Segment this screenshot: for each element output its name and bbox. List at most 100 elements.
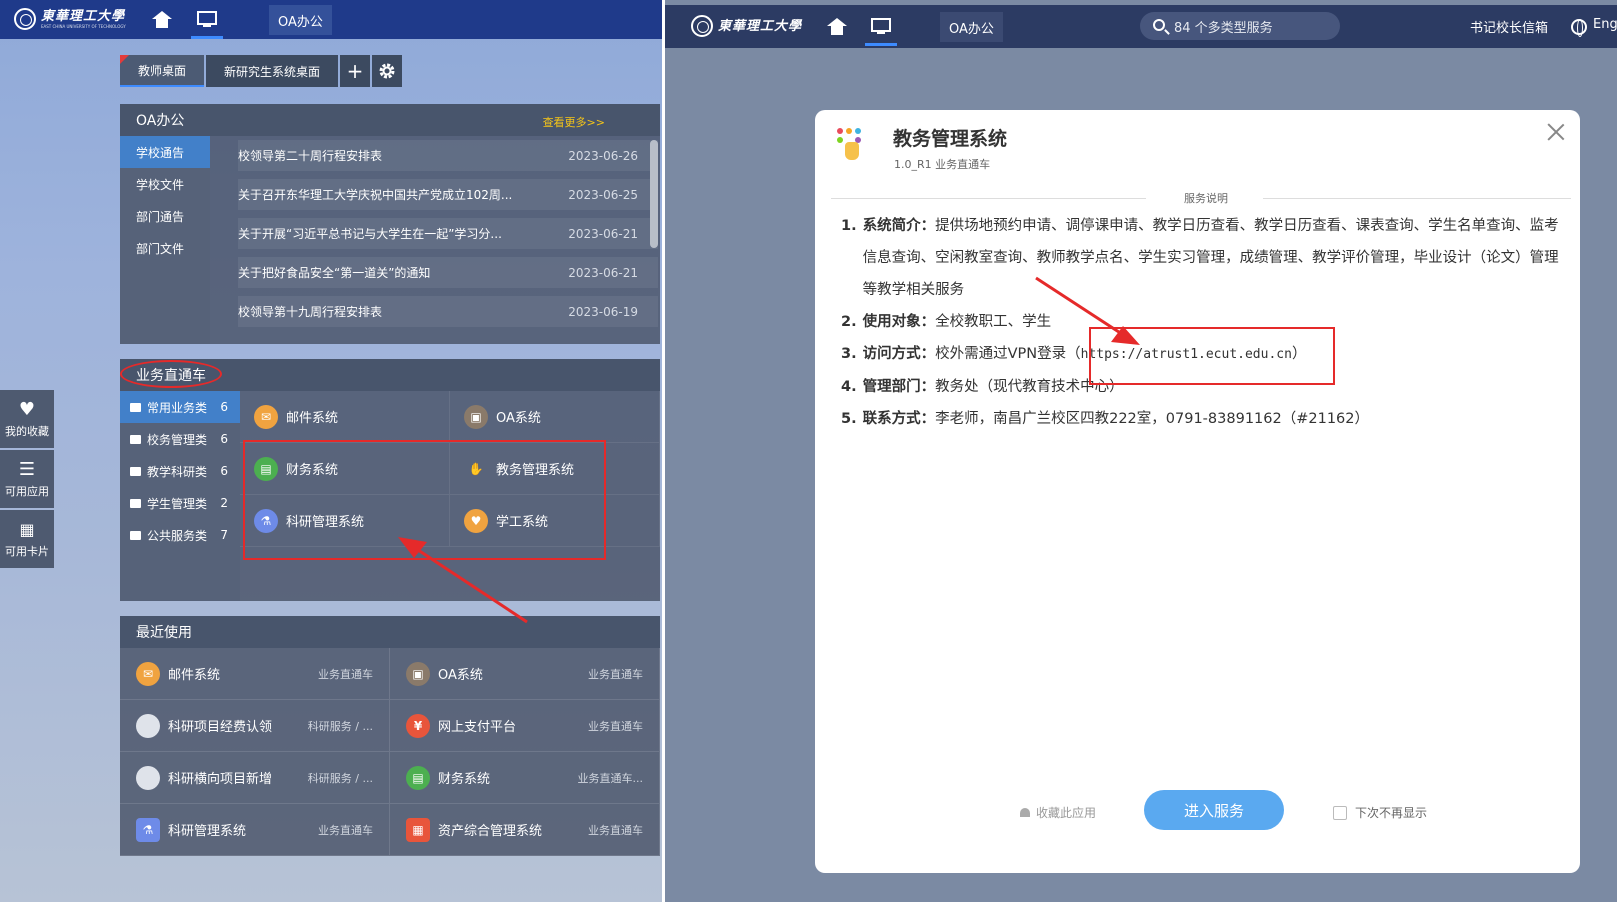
president-mailbox-link[interactable]: 书记校长信箱 bbox=[1470, 17, 1548, 36]
heart-icon: ♥ bbox=[18, 398, 36, 420]
service-description: 1. 系统简介：提供场地预约申请、调停课申请、教学日历查看、教学日历查看、课表查询… bbox=[841, 210, 1561, 435]
oa-office-tab[interactable]: OA办公 bbox=[940, 12, 1003, 42]
svc-cat-teaching[interactable]: 教学科研类 6 bbox=[120, 455, 240, 487]
svc-cat-public[interactable]: 公共服务类 7 bbox=[120, 519, 240, 551]
oa-panel: OA办公 查看更多>> 学校通告 学校文件 部门通告 部门文件 校领导第二十周行… bbox=[120, 104, 660, 344]
academic-system-icon bbox=[837, 128, 867, 162]
dock-label: 我的收藏 bbox=[5, 425, 49, 438]
svc-cat-count: 2 bbox=[220, 496, 228, 510]
close-icon[interactable] bbox=[1546, 122, 1566, 142]
app-tile-oa[interactable]: ▣ OA系统 bbox=[450, 391, 660, 443]
desc-number: 1. bbox=[841, 218, 857, 234]
recent-item[interactable]: ¥ 网上支付平台 业务直通车 bbox=[390, 700, 660, 752]
svc-cat-admin[interactable]: 校务管理类 6 bbox=[120, 423, 240, 455]
recent-grid: ✉ 邮件系统 业务直通车 ▣ OA系统业务直通车 科研项目经费认领 科研服务 / ...… bbox=[120, 648, 660, 856]
home-icon bbox=[152, 11, 172, 28]
news-row[interactable]: 校领导第十九周行程安排表 2023-06-19 bbox=[238, 296, 658, 327]
recent-category: 业务直通车... bbox=[577, 771, 644, 785]
news-row[interactable]: 关于召开东华理工大学庆祝中国共产党成立102周... 2023-06-25 bbox=[238, 179, 658, 210]
logo-text: 東華理工大學 bbox=[41, 9, 126, 24]
desc-number: 5. bbox=[841, 411, 857, 427]
service-description-divider: 服务说明 bbox=[831, 190, 1571, 206]
desktop-button[interactable] bbox=[187, 0, 227, 39]
checkbox[interactable] bbox=[1333, 805, 1347, 820]
university-logo[interactable]: 東華理工大學 bbox=[691, 13, 809, 39]
recent-category: 科研服务 / ... bbox=[307, 719, 373, 733]
oa-office-tab[interactable]: OA办公 bbox=[269, 5, 332, 35]
recent-item[interactable]: ✉ 邮件系统 业务直通车 bbox=[120, 648, 390, 700]
recent-item[interactable]: ▤ 财务系统 业务直通车... bbox=[390, 752, 660, 804]
desc-key: 管理部门： bbox=[862, 379, 936, 395]
tab-graduate-desktop[interactable]: 新研究生系统桌面 bbox=[206, 55, 339, 87]
recent-name: 网上支付平台 bbox=[438, 720, 517, 735]
tab-teacher-desktop[interactable]: 教师桌面 bbox=[120, 55, 205, 87]
app-tile-mail[interactable]: ✉ 邮件系统 bbox=[240, 391, 450, 443]
folder-icon bbox=[130, 498, 141, 508]
settings-button[interactable] bbox=[372, 55, 403, 87]
svc-cat-label: 常用业务类 bbox=[147, 400, 208, 415]
modal-title: 教务管理系统 bbox=[893, 128, 1008, 150]
oa-category-list: 学校通告 学校文件 部门通告 部门文件 bbox=[120, 136, 210, 344]
dont-show-label: 下次不再显示 bbox=[1355, 806, 1428, 820]
mail-icon: ✉ bbox=[136, 661, 160, 686]
list-icon: ☰ bbox=[18, 458, 36, 480]
monitor-icon bbox=[871, 18, 891, 35]
university-logo[interactable]: 東華理工大學 EAST CHINA UNIVERSITY OF TECHNOLO… bbox=[14, 6, 132, 32]
recent-item[interactable]: 科研横向项目新增 科研服务 / ... bbox=[120, 752, 390, 804]
enter-service-button[interactable]: 进入服务 bbox=[1144, 790, 1284, 830]
svc-cat-common[interactable]: 常用业务类 6 bbox=[120, 391, 240, 423]
recent-category: 业务直通车 bbox=[588, 823, 643, 837]
modal-footer: 收藏此应用 进入服务 下次不再显示 bbox=[815, 790, 1580, 830]
desktop-button[interactable] bbox=[861, 7, 901, 46]
recent-item[interactable]: ⚗ 科研管理系统 业务直通车 bbox=[120, 804, 390, 856]
news-row[interactable]: 关于把好食品安全“第一道关”的通知 2023-06-21 bbox=[238, 257, 658, 288]
service-search-box[interactable]: 84 个多类型服务 bbox=[1140, 12, 1340, 40]
business-category-list: 常用业务类 6 校务管理类 6 教学科研类 6 学生管理类 2 公共服务类 7 bbox=[120, 391, 240, 601]
mail-icon: ✉ bbox=[254, 404, 278, 429]
recent-item[interactable]: ▦ 资产综合管理系统 业务直通车 bbox=[390, 804, 660, 856]
recent-item[interactable]: 科研项目经费认领 科研服务 / ... bbox=[120, 700, 390, 752]
home-button[interactable] bbox=[817, 7, 857, 46]
dock-available-cards[interactable]: ▦ 可用卡片 bbox=[0, 510, 54, 568]
svc-cat-count: 6 bbox=[220, 432, 228, 446]
recent-item[interactable]: ▣ OA系统 业务直通车 bbox=[390, 648, 660, 700]
news-scrollbar[interactable] bbox=[650, 140, 658, 248]
asset-icon: ▦ bbox=[406, 817, 430, 842]
monitor-icon bbox=[197, 11, 217, 28]
dock-favorites[interactable]: ♥ 我的收藏 bbox=[0, 390, 54, 448]
recent-category: 业务直通车 bbox=[318, 823, 373, 837]
finance-icon: ▤ bbox=[406, 765, 430, 790]
desc-number: 3. bbox=[841, 346, 857, 362]
folder-icon bbox=[130, 402, 141, 412]
news-date: 2023-06-21 bbox=[568, 265, 638, 280]
dock-label: 可用卡片 bbox=[5, 545, 49, 558]
oa-cat-dept-notice[interactable]: 部门通告 bbox=[120, 200, 210, 232]
view-more-link[interactable]: 查看更多>> bbox=[543, 114, 605, 130]
left-screenshot: 東華理工大學 EAST CHINA UNIVERSITY OF TECHNOLO… bbox=[0, 0, 662, 902]
favorite-app-link[interactable]: 收藏此应用 bbox=[1020, 804, 1096, 821]
dont-show-again[interactable]: 下次不再显示 bbox=[1333, 804, 1427, 821]
oa-icon: ▣ bbox=[406, 661, 430, 686]
home-button[interactable] bbox=[142, 0, 182, 39]
language-switch[interactable]: Eng bbox=[1593, 17, 1617, 32]
recent-panel-header: 最近使用 bbox=[120, 616, 660, 648]
recent-name: OA系统 bbox=[438, 668, 483, 683]
svc-cat-count: 6 bbox=[220, 464, 228, 478]
news-row[interactable]: 校领导第二十周行程安排表 2023-06-26 bbox=[238, 140, 658, 171]
desc-key: 系统简介： bbox=[862, 218, 936, 234]
oa-cat-dept-docs[interactable]: 部门文件 bbox=[120, 232, 210, 264]
service-detail-modal: 教务管理系统 1.0_R1 业务直通车 服务说明 1. 系统简介：提供场地预约申请… bbox=[815, 110, 1580, 873]
recent-name: 科研横向项目新增 bbox=[168, 772, 273, 787]
desc-item: 1. 系统简介：提供场地预约申请、调停课申请、教学日历查看、教学日历查看、课表查询… bbox=[841, 210, 1561, 306]
news-date: 2023-06-19 bbox=[568, 304, 638, 319]
image-placeholder-icon bbox=[136, 765, 160, 790]
desc-item: 5. 联系方式：李老师，南昌广兰校区四教222室，0791-83891162（#2… bbox=[841, 403, 1561, 435]
oa-cat-school-docs[interactable]: 学校文件 bbox=[120, 168, 210, 200]
oa-cat-school-notice[interactable]: 学校通告 bbox=[120, 136, 210, 168]
add-desktop-button[interactable]: + bbox=[340, 55, 371, 87]
news-row[interactable]: 关于开展“习近平总书记与大学生在一起”学习分... 2023-06-21 bbox=[238, 218, 658, 249]
desc-text: 提供场地预约申请、调停课申请、教学日历查看、教学日历查看、课表查询、学生名单查询… bbox=[862, 218, 1559, 298]
dock-available-apps[interactable]: ☰ 可用应用 bbox=[0, 450, 54, 508]
news-date: 2023-06-21 bbox=[568, 226, 638, 241]
svc-cat-students[interactable]: 学生管理类 2 bbox=[120, 487, 240, 519]
